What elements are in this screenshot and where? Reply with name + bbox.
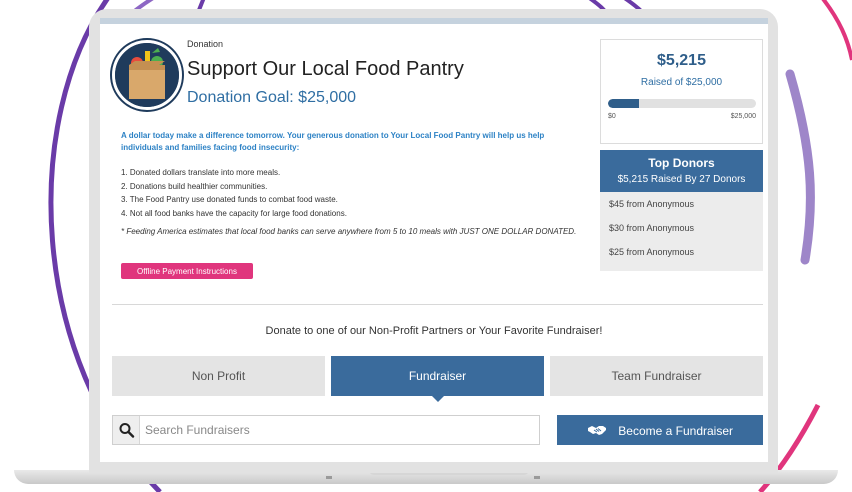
- handshake-icon: [587, 426, 606, 436]
- top-donors-subtitle: $5,215 Raised By 27 Donors: [617, 174, 746, 185]
- screen-bottom-bezel: [100, 462, 768, 470]
- progress-max-label: $25,000: [730, 113, 756, 120]
- top-donors-header: Top Donors $5,215 Raised By 27 Donors: [600, 150, 763, 192]
- search-input[interactable]: [145, 416, 535, 444]
- list-item: 2. Donations build healthier communities…: [121, 181, 268, 191]
- search-box: [112, 415, 540, 445]
- tab-team-fundraiser[interactable]: Team Fundraiser: [550, 356, 763, 396]
- screen-top-bar: [100, 18, 768, 24]
- tab-fundraiser[interactable]: Fundraiser: [331, 356, 544, 402]
- grocery-bag-icon: [115, 43, 179, 107]
- intro-text: A dollar today make a difference tomorro…: [121, 131, 545, 152]
- list-item: $25 from Anonymous: [609, 247, 695, 257]
- raised-amount: $5,215: [657, 52, 706, 69]
- page-title: Support Our Local Food Pantry: [187, 58, 464, 80]
- progress-fill: [608, 99, 639, 108]
- progress-min-label: $0: [608, 113, 616, 120]
- search-icon-glyph: [119, 423, 135, 438]
- top-donors-title: Top Donors: [648, 156, 715, 170]
- screen: Donation Support Our Local Food Pantry D…: [100, 18, 768, 470]
- grocery-bag-logo: [112, 40, 182, 110]
- tab-non-profit[interactable]: Non Profit: [112, 356, 325, 396]
- laptop-mark: [534, 476, 540, 479]
- become-fundraiser-label: Become a Fundraiser: [618, 423, 734, 438]
- become-fundraiser-button[interactable]: Become a Fundraiser: [557, 415, 763, 445]
- laptop-mark: [326, 476, 332, 479]
- list-item: 4. Not all food banks have the capacity …: [121, 208, 347, 218]
- divider: [112, 304, 763, 305]
- list-item: $45 from Anonymous: [609, 199, 695, 209]
- donation-goal: Donation Goal: $25,000: [187, 89, 357, 106]
- list-item: 1. Donated dollars translate into more m…: [121, 168, 281, 177]
- category-label: Donation: [187, 39, 224, 49]
- footnote: * Feeding America estimates that local f…: [121, 227, 577, 236]
- partners-text: Donate to one of our Non-Profit Partners…: [265, 325, 603, 337]
- list-item: $30 from Anonymous: [609, 223, 695, 233]
- search-icon[interactable]: [113, 416, 140, 444]
- raised-of-label: Raised of $25,000: [640, 77, 723, 88]
- top-donors-panel: Top Donors $5,215 Raised By 27 Donors $4…: [600, 150, 763, 271]
- progress-bar: [608, 99, 756, 108]
- list-item: 3. The Food Pantry use donated funds to …: [121, 195, 338, 204]
- offline-payment-button[interactable]: Offline Payment Instructions: [121, 263, 253, 279]
- steps-list: 1. Donated dollars translate into more m…: [121, 166, 347, 220]
- raised-card: $5,215 Raised of $25,000 $0 $25,000: [600, 39, 763, 144]
